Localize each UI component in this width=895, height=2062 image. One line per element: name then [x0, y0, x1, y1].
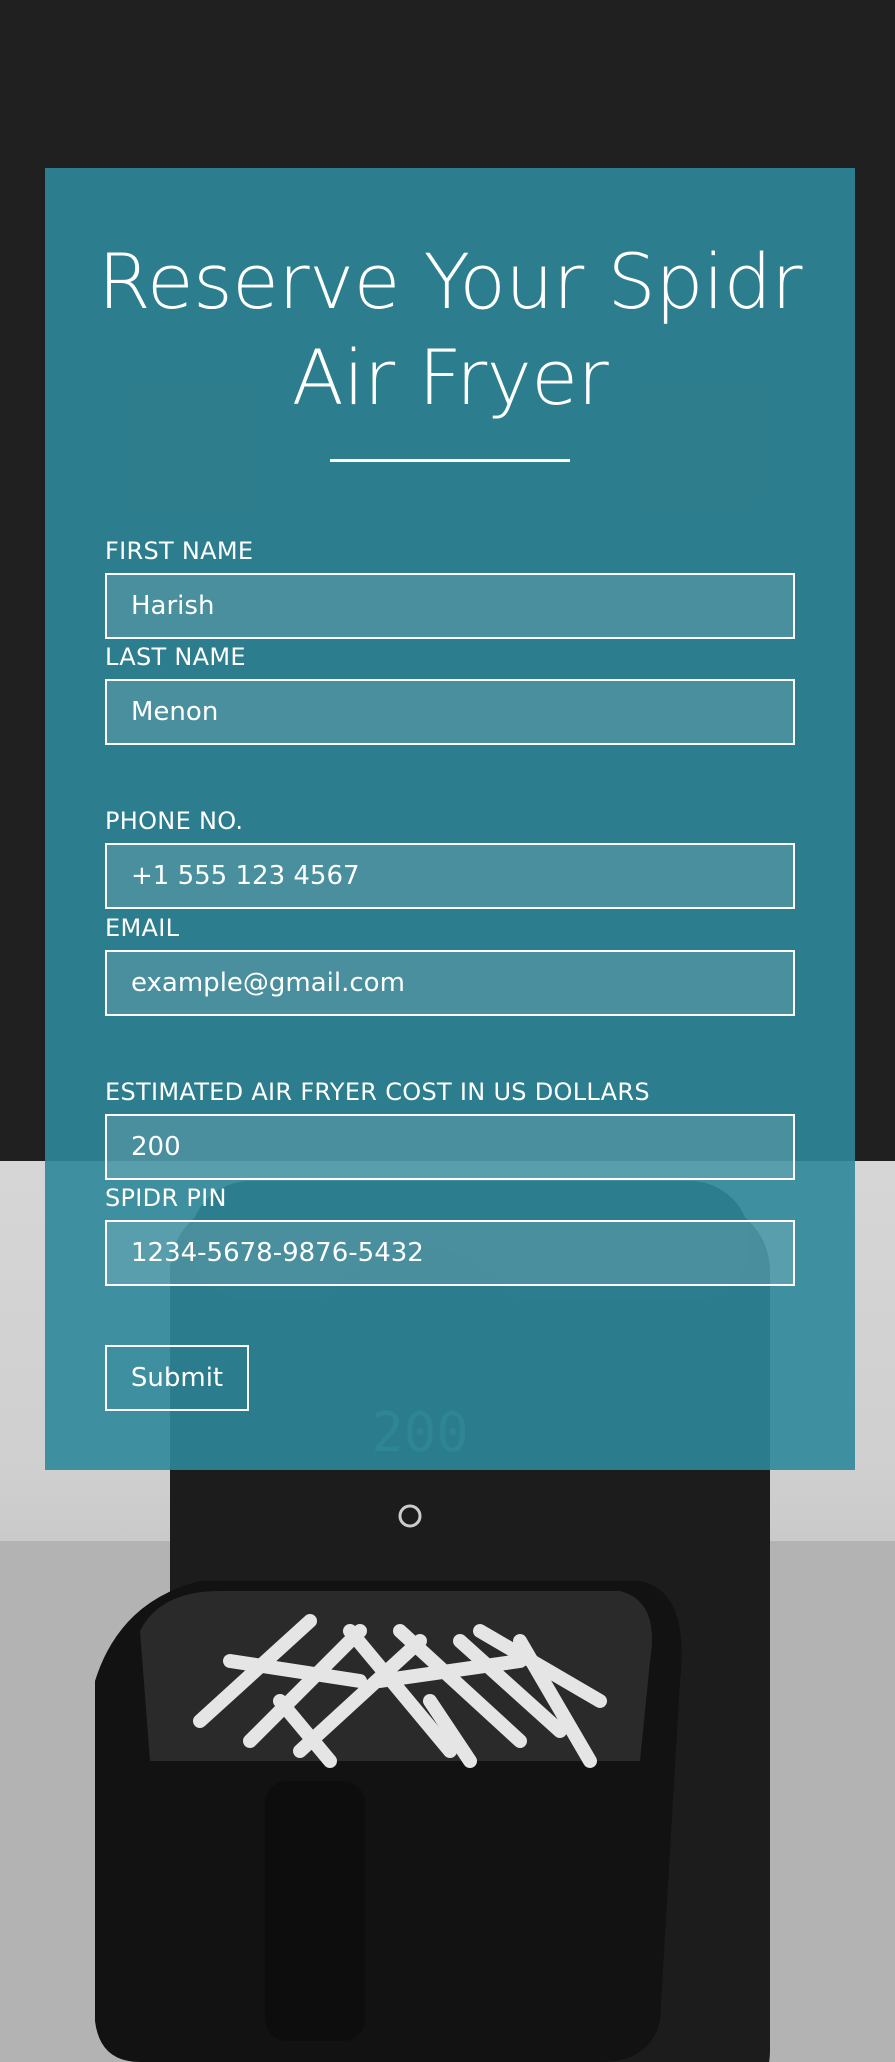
title-divider [330, 459, 570, 462]
last-name-label: LAST NAME [105, 643, 246, 671]
email-input[interactable] [105, 950, 795, 1016]
last-name-input[interactable] [105, 679, 795, 745]
phone-label: PHONE NO. [105, 807, 244, 835]
cost-label: ESTIMATED AIR FRYER COST IN US DOLLARS [105, 1078, 650, 1106]
pin-input[interactable] [105, 1220, 795, 1286]
reservation-card: Reserve Your Spidr Air Fryer FIRST NAME … [45, 168, 855, 1470]
first-name-label: FIRST NAME [105, 537, 254, 565]
cost-input[interactable] [105, 1114, 795, 1180]
submit-button[interactable]: Submit [105, 1345, 249, 1411]
phone-input[interactable] [105, 843, 795, 909]
page-title: Reserve Your Spidr Air Fryer [97, 237, 803, 422]
email-label: EMAIL [105, 914, 180, 942]
pin-label: SPIDR PIN [105, 1184, 227, 1212]
first-name-input[interactable] [105, 573, 795, 639]
